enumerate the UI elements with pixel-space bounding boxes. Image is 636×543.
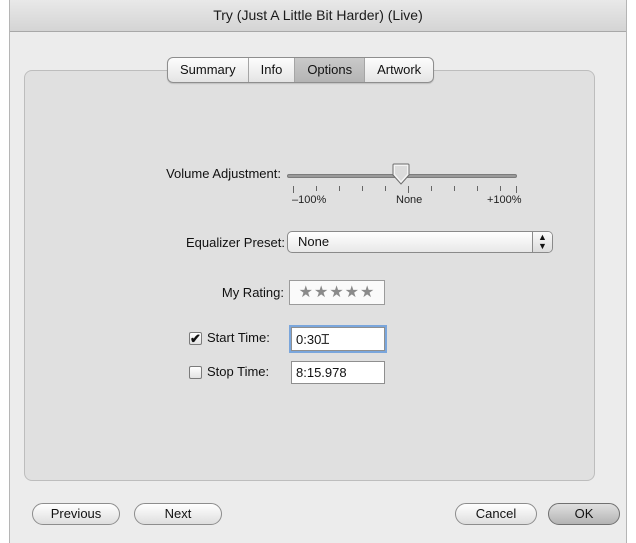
volume-tick	[454, 186, 455, 191]
updown-arrows-icon: ▲ ▼	[532, 232, 552, 252]
volume-tick	[385, 186, 386, 191]
volume-min-label: –100%	[292, 194, 327, 206]
stop-time-label: Stop Time:	[207, 364, 270, 379]
stop-time-field[interactable]: 8:15.978	[291, 361, 385, 384]
checkmark-icon: ✔	[190, 331, 201, 346]
stop-time-value: 8:15.978	[296, 365, 347, 380]
volume-tick	[362, 186, 363, 191]
volume-mid-label: None	[396, 194, 423, 206]
volume-tick	[500, 186, 501, 191]
equalizer-preset-select[interactable]: None ▲ ▼	[287, 231, 553, 253]
volume-tick	[408, 186, 409, 193]
tab-bar: Summary Info Options Artwork	[167, 57, 435, 83]
equalizer-preset-value: None	[298, 234, 330, 249]
cancel-button[interactable]: Cancel	[455, 503, 537, 525]
previous-button[interactable]: Previous	[32, 503, 120, 525]
volume-tick	[431, 186, 432, 191]
window-title: Try (Just A Little Bit Harder) (Live)	[10, 0, 626, 32]
text-cursor-icon: Ɪ	[321, 331, 330, 347]
start-time-checkbox[interactable]: ✔	[189, 332, 202, 345]
tab-artwork[interactable]: Artwork	[365, 58, 433, 82]
tab-summary[interactable]: Summary	[168, 58, 249, 82]
ok-button[interactable]: OK	[548, 503, 620, 525]
volume-tick	[316, 186, 317, 191]
volume-tick	[477, 186, 478, 191]
start-time-label: Start Time:	[207, 330, 270, 345]
volume-tick	[339, 186, 340, 191]
volume-tick	[516, 186, 517, 193]
options-panel	[24, 70, 595, 481]
volume-adjustment-label: Volume Adjustment:	[166, 166, 281, 181]
tab-info[interactable]: Info	[249, 58, 296, 82]
start-time-value: 0:30	[296, 332, 322, 347]
rating-stars[interactable]: ★★★★★	[289, 280, 385, 305]
volume-max-label: +100%	[487, 194, 522, 206]
my-rating-label: My Rating:	[221, 285, 284, 300]
tab-options[interactable]: Options	[295, 58, 366, 82]
equalizer-preset-label: Equalizer Preset:	[186, 235, 285, 250]
next-button[interactable]: Next	[134, 503, 222, 525]
volume-slider-thumb[interactable]	[392, 163, 410, 185]
volume-tick	[293, 186, 294, 193]
stop-time-checkbox[interactable]	[189, 366, 202, 379]
start-time-field[interactable]: 0:30Ɪ	[291, 327, 385, 351]
